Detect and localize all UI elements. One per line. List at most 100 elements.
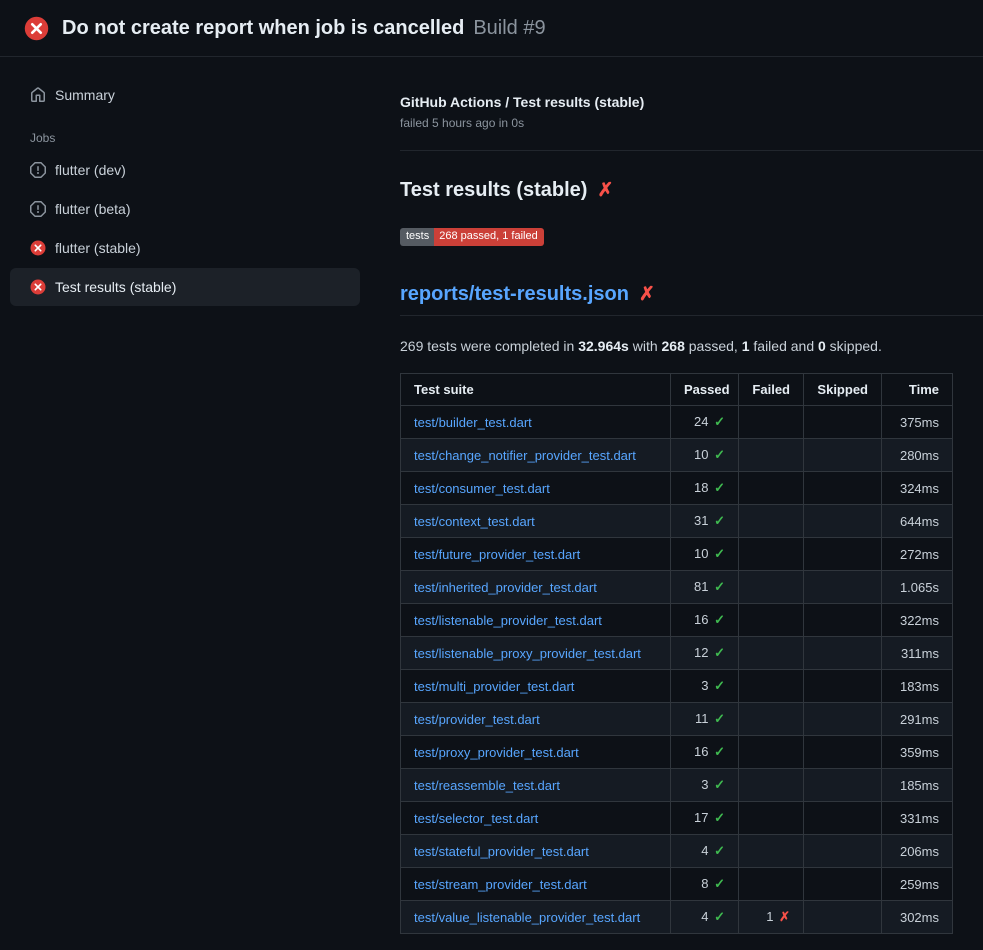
time-cell: 324ms (882, 472, 953, 505)
divider (400, 150, 983, 151)
test-suite-link[interactable]: test/stream_provider_test.dart (414, 877, 587, 892)
x-icon: ✗ (779, 909, 790, 924)
summary-label: Summary (55, 87, 115, 103)
failed-cell (739, 604, 804, 637)
test-suite-link[interactable]: test/listenable_proxy_provider_test.dart (414, 646, 641, 661)
column-header: Failed (739, 374, 804, 406)
column-header: Test suite (401, 374, 671, 406)
test-suite-link[interactable]: test/provider_test.dart (414, 712, 540, 727)
table-row: test/change_notifier_provider_test.dart 1… (401, 439, 953, 472)
failed-cell (739, 637, 804, 670)
test-suite-link[interactable]: test/consumer_test.dart (414, 481, 550, 496)
passed-cell: 17 ✓ (671, 802, 739, 835)
sidebar-item-test-results-stable[interactable]: Test results (stable) (10, 268, 360, 306)
test-suite-link[interactable]: test/future_provider_test.dart (414, 547, 580, 562)
test-suite-link[interactable]: test/builder_test.dart (414, 415, 532, 430)
test-suite-link[interactable]: test/value_listenable_provider_test.dart (414, 910, 640, 925)
test-suite-link[interactable]: test/proxy_provider_test.dart (414, 745, 579, 760)
time-cell: 272ms (882, 538, 953, 571)
report-heading: reports/test-results.json ✗ (400, 283, 983, 316)
sidebar-item-flutter-stable[interactable]: flutter (stable) (10, 229, 360, 267)
test-suite-cell: test/change_notifier_provider_test.dart (401, 439, 671, 472)
sidebar: Summary Jobs flutter (dev)flutter (beta)… (0, 57, 370, 307)
fail-x-icon: ✗ (597, 181, 613, 200)
check-icon: ✓ (714, 645, 725, 660)
skipped-cell (804, 769, 882, 802)
summary-segment: with (629, 338, 662, 354)
table-row: test/selector_test.dart17 ✓331ms (401, 802, 953, 835)
time-cell: 375ms (882, 406, 953, 439)
test-suite-link[interactable]: test/multi_provider_test.dart (414, 679, 574, 694)
passed-cell: 10 ✓ (671, 439, 739, 472)
check-icon: ✓ (714, 711, 725, 726)
passed-cell: 16 ✓ (671, 736, 739, 769)
column-header: Passed (671, 374, 739, 406)
time-cell: 185ms (882, 769, 953, 802)
skipped-cell (804, 703, 882, 736)
table-row: test/proxy_provider_test.dart 16 ✓ 359ms (401, 736, 953, 769)
skipped-cell (804, 901, 882, 934)
build-number: Build #9 (473, 17, 545, 40)
test-suite-link[interactable]: test/reassemble_test.dart (414, 778, 560, 793)
failed-cell (739, 736, 804, 769)
failed-cell (739, 505, 804, 538)
stop-icon (30, 162, 46, 178)
sidebar-item-flutter-beta[interactable]: flutter (beta) (10, 190, 360, 228)
test-suite-cell: test/context_test.dart (401, 505, 671, 538)
passed-cell: 4 ✓ (671, 835, 739, 868)
check-icon: ✓ (714, 579, 725, 594)
test-suite-link[interactable]: test/change_notifier_provider_test.dart (414, 448, 636, 463)
failed-cell (739, 406, 804, 439)
passed-cell: 18 ✓ (671, 472, 739, 505)
fail-x-icon: ✗ (639, 285, 655, 304)
summary-segment: passed, (685, 338, 742, 354)
passed-cell: 8 ✓ (671, 868, 739, 901)
time-cell: 322ms (882, 604, 953, 637)
sidebar-item-summary[interactable]: Summary (10, 77, 360, 113)
check-icon: ✓ (714, 513, 725, 528)
skipped-cell (804, 439, 882, 472)
failed-cell (739, 670, 804, 703)
check-icon: ✓ (714, 612, 725, 627)
time-cell: 302ms (882, 901, 953, 934)
test-results-table: Test suitePassedFailedSkippedTime test/b… (400, 373, 953, 934)
passed-cell: 31 ✓ (671, 505, 739, 538)
job-label: flutter (dev) (55, 162, 126, 178)
x-circle-icon (30, 279, 46, 295)
table-row: test/future_provider_test.dart10 ✓272ms (401, 538, 953, 571)
failed-cell (739, 769, 804, 802)
section-title: Test results (stable) (400, 179, 587, 202)
tests-badge: tests 268 passed, 1 failed (400, 228, 544, 246)
test-suite-cell: test/provider_test.dart (401, 703, 671, 736)
passed-cell: 16 ✓ (671, 604, 739, 637)
test-suite-link[interactable]: test/listenable_provider_test.dart (414, 613, 602, 628)
summary-segment: 0 (818, 338, 826, 354)
report-link[interactable]: reports/test-results.json (400, 283, 629, 306)
test-suite-link[interactable]: test/context_test.dart (414, 514, 535, 529)
test-suite-link[interactable]: test/stateful_provider_test.dart (414, 844, 589, 859)
test-suite-cell: test/inherited_provider_test.dart (401, 571, 671, 604)
skipped-cell (804, 670, 882, 703)
test-suite-link[interactable]: test/selector_test.dart (414, 811, 538, 826)
table-header-row: Test suitePassedFailedSkippedTime (401, 374, 953, 406)
check-icon: ✓ (714, 843, 725, 858)
failed-cell (739, 538, 804, 571)
time-cell: 644ms (882, 505, 953, 538)
time-cell: 206ms (882, 835, 953, 868)
check-icon: ✓ (714, 414, 725, 429)
test-suite-cell: test/selector_test.dart (401, 802, 671, 835)
summary-segment: 269 tests were completed in (400, 338, 578, 354)
skipped-cell (804, 406, 882, 439)
table-row: test/value_listenable_provider_test.dart… (401, 901, 953, 934)
test-suite-cell: test/proxy_provider_test.dart (401, 736, 671, 769)
test-suite-link[interactable]: test/inherited_provider_test.dart (414, 580, 597, 595)
failed-cell (739, 571, 804, 604)
table-row: test/multi_provider_test.dart3 ✓183ms (401, 670, 953, 703)
passed-cell: 11 ✓ (671, 703, 739, 736)
jobs-list: flutter (dev) flutter (beta)flutter (stab… (10, 151, 360, 306)
time-cell: 280ms (882, 439, 953, 472)
time-cell: 359ms (882, 736, 953, 769)
sidebar-item-flutter-dev[interactable]: flutter (dev) (10, 151, 360, 189)
home-icon (30, 87, 46, 103)
passed-cell: 24 ✓ (671, 406, 739, 439)
